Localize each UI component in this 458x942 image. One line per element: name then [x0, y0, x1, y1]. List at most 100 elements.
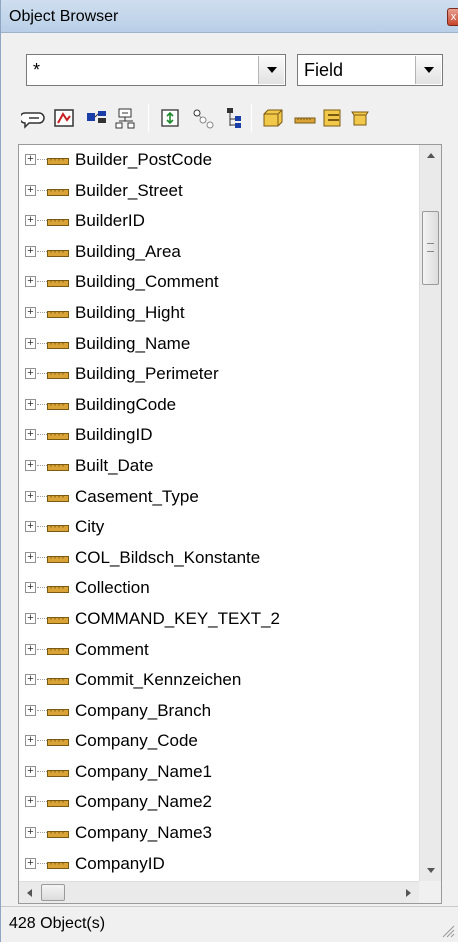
- expand-icon[interactable]: +: [25, 612, 36, 624]
- hierarchy-icon[interactable]: [189, 102, 217, 132]
- tree-item[interactable]: + Builder_Street: [19, 176, 419, 207]
- tree-item-label: COL_Bildsch_Konstante: [75, 547, 261, 567]
- tree-item[interactable]: + Building_Name: [19, 329, 419, 360]
- tree-connector: [37, 220, 47, 222]
- expand-icon[interactable]: +: [25, 521, 36, 533]
- tree-item[interactable]: + Company_Name3: [19, 818, 419, 849]
- tree-item[interactable]: + BuildingCode: [19, 390, 419, 421]
- tree-item[interactable]: + Building_Perimeter: [19, 359, 419, 390]
- tree-item-label: Builder_Street: [75, 180, 183, 200]
- expand-icon[interactable]: +: [25, 490, 36, 502]
- type-filter-dropdown-button[interactable]: [415, 56, 441, 84]
- tree-connector: [37, 403, 47, 405]
- tree-connector: [37, 311, 47, 313]
- network-icon[interactable]: [113, 102, 141, 132]
- tree-item[interactable]: + Commit_Kennzeichen: [19, 665, 419, 696]
- expand-icon[interactable]: +: [25, 215, 36, 227]
- expand-icon[interactable]: +: [25, 154, 36, 165]
- field-icon[interactable]: [291, 102, 319, 132]
- module-icon[interactable]: [83, 102, 111, 132]
- tree-item-label: BuildingID: [75, 425, 153, 445]
- tree-item[interactable]: + Company_Branch: [19, 696, 419, 727]
- expand-icon[interactable]: +: [25, 429, 36, 441]
- tree-item[interactable]: + Company_Code: [19, 726, 419, 757]
- expand-icon[interactable]: +: [25, 735, 36, 747]
- field-icon: [47, 249, 69, 257]
- tree-item[interactable]: + Building_Hight: [19, 298, 419, 329]
- tree-item[interactable]: + BuilderID: [19, 206, 419, 237]
- tree-item-label: Collection: [75, 578, 150, 598]
- form-icon[interactable]: [51, 102, 79, 132]
- tree-item[interactable]: + COL_Bildsch_Konstante: [19, 543, 419, 574]
- expand-icon[interactable]: +: [25, 827, 36, 839]
- expand-icon[interactable]: +: [25, 337, 36, 349]
- vertical-scroll-thumb[interactable]: [422, 211, 439, 285]
- tree-item[interactable]: + Building_Area: [19, 237, 419, 268]
- tree-item-label: Company_Branch: [75, 700, 212, 720]
- expand-icon[interactable]: +: [25, 398, 36, 410]
- tree-item[interactable]: + Builder_PostCode: [19, 145, 419, 176]
- expand-icon[interactable]: +: [25, 459, 36, 471]
- field-icon: [47, 402, 69, 410]
- close-button[interactable]: x: [447, 8, 458, 26]
- expand-icon[interactable]: +: [25, 551, 36, 563]
- tree-connector: [37, 189, 47, 191]
- expand-icon[interactable]: +: [25, 368, 36, 380]
- tree-item[interactable]: + BuildingID: [19, 420, 419, 451]
- object-icon[interactable]: [347, 102, 375, 132]
- horizontal-scrollbar[interactable]: [19, 881, 419, 903]
- tree-item[interactable]: + Built_Date: [19, 451, 419, 482]
- expand-icon[interactable]: +: [25, 857, 36, 869]
- field-icon: [47, 555, 69, 563]
- scroll-left-button[interactable]: [19, 882, 41, 903]
- expand-icon[interactable]: +: [25, 276, 36, 288]
- tree-item[interactable]: + Comment: [19, 635, 419, 666]
- field-icon: [47, 739, 69, 747]
- tree-item[interactable]: + Casement_Type: [19, 482, 419, 513]
- tree-item[interactable]: + CompanyID: [19, 849, 419, 880]
- type-filter-combo[interactable]: Field: [297, 54, 443, 86]
- message-icon[interactable]: [19, 102, 49, 132]
- scroll-down-button[interactable]: [420, 859, 441, 881]
- name-filter-combo[interactable]: *: [26, 54, 286, 86]
- title-bar[interactable]: Object Browser x: [1, 0, 458, 33]
- scroll-up-button[interactable]: [420, 145, 441, 167]
- resize-grip-icon[interactable]: [441, 924, 455, 938]
- tree-connector: [37, 526, 47, 528]
- expand-icon[interactable]: +: [25, 674, 36, 686]
- tree-item[interactable]: + COMMAND_KEY_TEXT_2: [19, 604, 419, 635]
- expand-icon[interactable]: +: [25, 184, 36, 196]
- name-filter-dropdown-button[interactable]: [258, 56, 284, 84]
- refresh-icon[interactable]: [157, 102, 185, 132]
- tree-connector: [37, 464, 47, 466]
- table-icon[interactable]: [259, 102, 287, 132]
- tree-connector: [37, 434, 47, 436]
- expand-icon[interactable]: +: [25, 306, 36, 318]
- tree-item-label: Building_Hight: [75, 302, 185, 322]
- tree-connector: [37, 587, 47, 589]
- expand-icon[interactable]: +: [25, 796, 36, 808]
- tree-rows: + Builder_PostCode + Builder_Street + Builder…: [19, 145, 419, 881]
- tree-item[interactable]: + Company_Name1: [19, 757, 419, 788]
- tree-item[interactable]: + Company_Name2: [19, 787, 419, 818]
- expand-icon[interactable]: +: [25, 765, 36, 777]
- tree-item[interactable]: + City: [19, 512, 419, 543]
- expand-icon[interactable]: +: [25, 643, 36, 655]
- expand-icon[interactable]: +: [25, 704, 36, 716]
- tree-item[interactable]: + Collection: [19, 573, 419, 604]
- object-tree[interactable]: + Builder_PostCode + Builder_Street + Builder…: [18, 144, 442, 904]
- tree-icon[interactable]: [219, 102, 247, 132]
- tree-connector: [37, 342, 47, 344]
- object-browser-window: Object Browser x * Field + Builder_PostC…: [0, 0, 458, 942]
- expand-icon[interactable]: +: [25, 582, 36, 594]
- tree-item[interactable]: + Building_Comment: [19, 267, 419, 298]
- field-icon: [47, 861, 69, 869]
- expand-icon[interactable]: +: [25, 245, 36, 257]
- field-icon: [47, 616, 69, 624]
- tree-connector: [37, 648, 47, 650]
- horizontal-scroll-thumb[interactable]: [41, 884, 65, 901]
- toolbar-separator: [148, 104, 149, 132]
- vertical-scrollbar[interactable]: [419, 145, 441, 881]
- scroll-right-button[interactable]: [397, 882, 419, 903]
- index-icon[interactable]: [319, 102, 347, 132]
